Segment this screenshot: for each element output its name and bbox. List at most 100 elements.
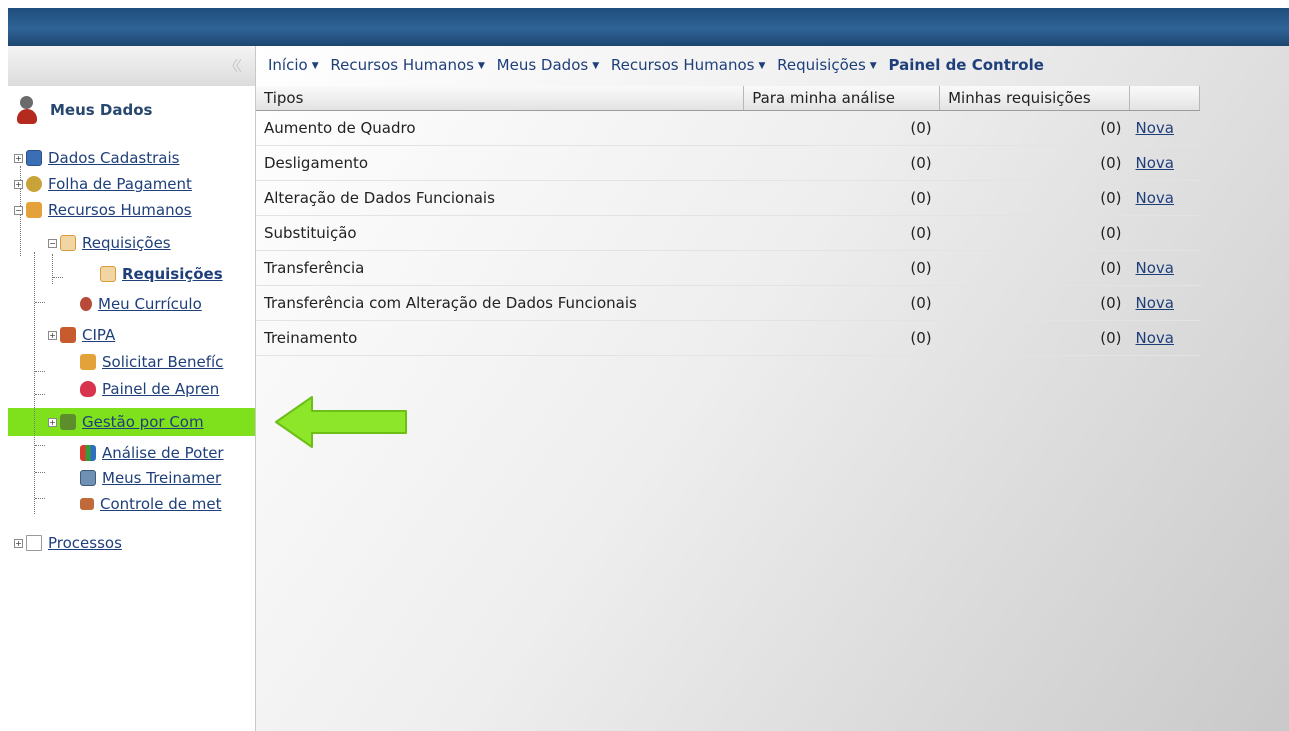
- top-banner: [8, 8, 1289, 46]
- tree-line: [35, 394, 45, 395]
- tree-line: [35, 302, 45, 303]
- cell-minhas: (0): [939, 250, 1130, 286]
- tree-line: [35, 371, 45, 372]
- tree-line: [35, 472, 45, 473]
- sidebar-item-label[interactable]: Requisições: [122, 265, 223, 283]
- sidebar-item-requisicoes-current[interactable]: Requisições: [100, 262, 223, 286]
- caret-down-icon[interactable]: ▼: [758, 61, 765, 71]
- collapse-icon[interactable]: −: [14, 205, 23, 215]
- person-icon: [16, 94, 38, 126]
- sidebar-item-label[interactable]: Dados Cadastrais: [48, 149, 179, 167]
- cell-tipo: Transferência: [256, 250, 744, 286]
- sidebar-item-controle-metas[interactable]: Controle de met: [80, 492, 221, 516]
- cell-minhas: (0): [939, 320, 1130, 356]
- breadcrumb-current: Painel de Controle: [888, 56, 1044, 74]
- sidebar-item-solicitar-beneficio[interactable]: Solicitar Benefíc: [80, 350, 223, 374]
- cell-tipo: Aumento de Quadro: [256, 110, 744, 146]
- sidebar-item-label[interactable]: Solicitar Benefíc: [102, 353, 223, 371]
- nova-link[interactable]: Nova: [1136, 154, 1174, 172]
- expand-icon[interactable]: +: [48, 330, 57, 340]
- group-icon: [60, 327, 76, 343]
- sidebar-item-meu-curriculo[interactable]: Meu Currículo: [80, 292, 202, 316]
- sidebar-item-label[interactable]: Meu Currículo: [98, 295, 202, 313]
- sidebar-item-label[interactable]: Painel de Apren: [102, 380, 219, 398]
- table-row: Substituição (0) (0): [256, 215, 1200, 251]
- sidebar: Meus Dados + Dados Cadastrais + Folha de…: [8, 86, 256, 731]
- cell-tipo: Alteração de Dados Funcionais: [256, 180, 744, 216]
- people-pen-icon: [80, 354, 96, 370]
- nova-link[interactable]: Nova: [1136, 189, 1174, 207]
- tree-line: [52, 254, 53, 284]
- collapse-icon[interactable]: −: [48, 238, 57, 248]
- sidebar-item-recursos-humanos[interactable]: − Recursos Humanos: [14, 198, 192, 222]
- expand-icon[interactable]: +: [14, 179, 23, 189]
- cell-minhas: (0): [939, 145, 1130, 181]
- cell-analise: (0): [743, 250, 940, 286]
- sidebar-item-folha[interactable]: + Folha de Pagament: [14, 172, 192, 196]
- folder-icon: [26, 535, 42, 551]
- sidebar-item-label[interactable]: Recursos Humanos: [48, 201, 192, 219]
- nova-link[interactable]: Nova: [1136, 294, 1174, 312]
- breadcrumb-recursos-humanos-2[interactable]: Recursos Humanos: [611, 56, 755, 74]
- cell-minhas: (0): [939, 110, 1130, 146]
- cell-minhas: (0): [939, 285, 1130, 321]
- sidebar-header: 〈〈: [8, 46, 256, 86]
- requisitions-table: Tipos Para minha análise Minhas requisiç…: [256, 86, 1200, 356]
- column-header-action: [1129, 86, 1200, 111]
- cell-analise: (0): [743, 110, 940, 146]
- cell-analise: (0): [743, 215, 940, 251]
- sidebar-item-painel-aprendizagem[interactable]: Painel de Apren: [80, 377, 219, 401]
- sidebar-item-label[interactable]: Requisições: [82, 234, 171, 252]
- sidebar-item-label[interactable]: Meus Treinamer: [102, 469, 221, 487]
- breadcrumb-meus-dados[interactable]: Meus Dados: [497, 56, 589, 74]
- column-header-para-analise[interactable]: Para minha análise: [743, 86, 941, 111]
- panel-header: Meus Dados: [16, 94, 152, 126]
- cell-analise: (0): [743, 285, 940, 321]
- breadcrumb-requisicoes[interactable]: Requisições: [777, 56, 866, 74]
- sidebar-item-label[interactable]: Controle de met: [100, 495, 221, 513]
- arrow-left-icon: [275, 396, 407, 448]
- expand-icon[interactable]: +: [14, 153, 23, 163]
- caret-down-icon[interactable]: ▼: [312, 61, 319, 71]
- sidebar-item-label[interactable]: Gestão por Com: [82, 413, 204, 431]
- sidebar-item-analise-potencial[interactable]: Análise de Poter: [80, 441, 224, 465]
- tree-line: [53, 277, 63, 278]
- sidebar-item-label[interactable]: CIPA: [82, 326, 115, 344]
- tree-line: [35, 445, 45, 446]
- cell-tipo: Substituição: [256, 215, 744, 251]
- cell-minhas: (0): [939, 180, 1130, 216]
- sidebar-item-label[interactable]: Análise de Poter: [102, 444, 224, 462]
- sidebar-item-label[interactable]: Processos: [48, 534, 122, 552]
- cell-analise: (0): [743, 145, 940, 181]
- expand-icon[interactable]: +: [14, 538, 23, 548]
- table-row: Desligamento (0) (0) Nova: [256, 145, 1200, 181]
- sidebar-item-label[interactable]: Folha de Pagament: [48, 175, 192, 193]
- sidebar-item-dados-cadastrais[interactable]: + Dados Cadastrais: [14, 146, 179, 170]
- breadcrumb-recursos-humanos[interactable]: Recursos Humanos: [330, 56, 474, 74]
- panel-title: Meus Dados: [50, 101, 153, 119]
- table-row: Transferência com Alteração de Dados Fun…: [256, 285, 1200, 321]
- table-row: Treinamento (0) (0) Nova: [256, 320, 1200, 356]
- sidebar-item-processos[interactable]: + Processos: [14, 531, 122, 555]
- sidebar-item-cipa[interactable]: + CIPA: [48, 323, 115, 347]
- breadcrumb: Início ▼ Recursos Humanos ▼ Meus Dados ▼ Re…: [268, 56, 1044, 74]
- collapse-sidebar-icon[interactable]: 〈〈: [224, 56, 242, 76]
- tree-line: [35, 498, 45, 499]
- coins-icon: [26, 176, 42, 192]
- sidebar-item-meus-treinamentos[interactable]: Meus Treinamer: [80, 466, 221, 490]
- column-header-tipos[interactable]: Tipos: [256, 86, 745, 111]
- nova-link[interactable]: Nova: [1136, 329, 1174, 347]
- breadcrumb-inicio[interactable]: Início: [268, 56, 308, 74]
- sidebar-item-gestao-competencias[interactable]: + Gestão por Com: [48, 410, 204, 434]
- caret-down-icon[interactable]: ▼: [592, 61, 599, 71]
- expand-icon[interactable]: +: [48, 417, 57, 427]
- caret-down-icon[interactable]: ▼: [870, 61, 877, 71]
- caret-down-icon[interactable]: ▼: [478, 61, 485, 71]
- bar-chart-icon: [80, 445, 96, 461]
- column-header-minhas[interactable]: Minhas requisições: [939, 86, 1131, 111]
- sidebar-item-requisicoes[interactable]: − Requisições: [48, 231, 171, 255]
- nova-link[interactable]: Nova: [1136, 119, 1174, 137]
- table-row: Alteração de Dados Funcionais (0) (0) No…: [256, 180, 1200, 216]
- nova-link[interactable]: Nova: [1136, 259, 1174, 277]
- cell-tipo: Desligamento: [256, 145, 744, 181]
